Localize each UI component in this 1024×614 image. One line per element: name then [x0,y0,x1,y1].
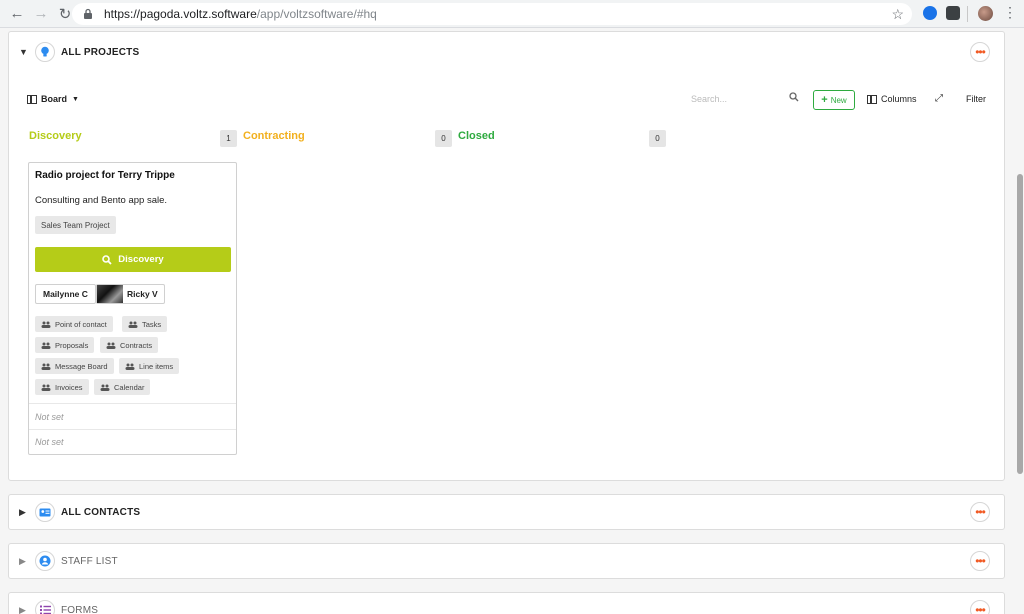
column-title-closed: Closed [458,130,495,142]
section-chip[interactable]: Invoices [35,379,89,395]
board-toolbar: Board ▼ Search... + New Columns ⤢ Filter [9,90,1004,112]
stage-button[interactable]: Discovery [35,247,231,272]
more-options-button[interactable]: ••• [970,42,990,62]
forms-panel-header[interactable]: ▶ FORMS ••• [9,593,1004,614]
column-title-discovery: Discovery [29,130,82,142]
column-count-closed: 0 [649,130,666,147]
not-set-field[interactable]: Not set [35,412,64,422]
extension-icon[interactable] [946,6,960,20]
more-options-button[interactable]: ••• [970,600,990,614]
forms-panel: ▶ FORMS ••• [8,592,1005,614]
search-input[interactable]: Search... [691,94,801,104]
person-chip[interactable]: Mailynne C [35,284,96,304]
section-chip[interactable]: Calendar [94,379,151,395]
list-icon [35,600,55,614]
toolbar-separator [967,6,968,22]
card-divider [29,429,236,430]
card-divider [29,403,236,404]
caret-down-icon[interactable]: ▼ [19,47,31,57]
panel-title: ALL PROJECTS [61,46,140,58]
panel-title: FORMS [61,604,99,614]
avatar [97,285,123,303]
more-options-button[interactable]: ••• [970,551,990,571]
caret-right-icon[interactable]: ▶ [19,605,31,614]
users-icon [125,363,135,370]
search-icon[interactable] [789,92,799,102]
section-chip[interactable]: Line items [119,358,180,374]
filter-button[interactable]: Filter [966,94,986,104]
user-icon [35,551,55,571]
person-name: Mailynne C [43,289,88,299]
panel-title: ALL CONTACTS [61,506,141,518]
forward-icon[interactable]: → [30,3,52,25]
panel-title: STAFF LIST [61,555,118,567]
section-chip[interactable]: Point of contact [35,316,113,332]
columns-icon [867,94,877,104]
card-description: Consulting and Bento app sale. [35,195,168,206]
section-chip[interactable]: Proposals [35,337,95,353]
back-icon[interactable]: ← [6,3,28,25]
users-icon [128,321,138,328]
more-options-button[interactable]: ••• [970,502,990,522]
expand-icon[interactable]: ⤢ [935,93,943,104]
scrollbar-thumb[interactable] [1017,174,1023,474]
users-icon [41,321,51,328]
projects-panel-header[interactable]: ▼ ALL PROJECTS ••• [9,32,1004,72]
address-bar[interactable]: https://pagoda.voltz.software/app/voltzs… [72,3,912,25]
section-chip[interactable]: Tasks [122,316,168,332]
chevron-down-icon: ▼ [72,95,79,103]
card-title[interactable]: Radio project for Terry Trippe [35,170,175,181]
not-set-field[interactable]: Not set [35,437,64,447]
caret-right-icon[interactable]: ▶ [19,507,31,518]
users-icon [41,384,51,391]
plus-icon: + [821,94,828,106]
view-label: Board [41,94,68,104]
users-icon [100,384,110,391]
board-icon [27,94,37,104]
caret-right-icon[interactable]: ▶ [19,556,31,567]
columns-button[interactable]: Columns [867,94,917,104]
bookmark-star-icon[interactable]: ☆ [891,6,904,23]
project-type-tag[interactable]: Sales Team Project [35,216,116,234]
users-icon [41,342,51,349]
section-chip[interactable]: Message Board [35,358,114,374]
url-path: /app/voltzsoftware/#hq [256,7,377,21]
projects-panel: ▼ ALL PROJECTS ••• Board ▼ Search... + Ne… [8,31,1005,481]
browser-menu-icon[interactable]: ⋮ [1003,5,1017,19]
staff-panel-header[interactable]: ▶ STAFF LIST ••• [9,544,1004,578]
contacts-panel-header[interactable]: ▶ ALL CONTACTS ••• [9,495,1004,529]
extension-zoom-icon[interactable] [923,6,937,20]
person-chip[interactable]: Ricky V [96,284,165,304]
staff-panel: ▶ STAFF LIST ••• [8,543,1005,579]
url-host: https://pagoda.voltz.software [104,7,257,21]
new-button-label: New [830,95,847,105]
search-icon [102,254,112,265]
stage-label: Discovery [118,254,164,265]
page-scrollbar[interactable] [1016,29,1024,614]
column-title-contracting: Contracting [243,130,305,142]
columns-label: Columns [881,94,917,104]
browser-toolbar: ← → ↻ https://pagoda.voltz.software/app/… [0,0,1024,28]
users-icon [41,363,51,370]
users-icon [106,342,116,349]
view-selector[interactable]: Board ▼ [27,94,79,104]
app-page: ▼ ALL PROJECTS ••• Board ▼ Search... + Ne… [0,29,1024,614]
section-chip[interactable]: Contracts [100,337,159,353]
lock-icon [84,8,92,19]
lightbulb-icon [35,42,55,62]
project-card[interactable]: Radio project for Terry Trippe Consultin… [28,162,237,455]
column-count-contracting: 0 [435,130,452,147]
contact-card-icon [35,502,55,522]
person-name: Ricky V [127,289,158,299]
profile-avatar[interactable] [978,6,993,21]
column-count-discovery: 1 [220,130,237,147]
new-button[interactable]: + New [813,90,855,110]
contacts-panel: ▶ ALL CONTACTS ••• [8,494,1005,530]
